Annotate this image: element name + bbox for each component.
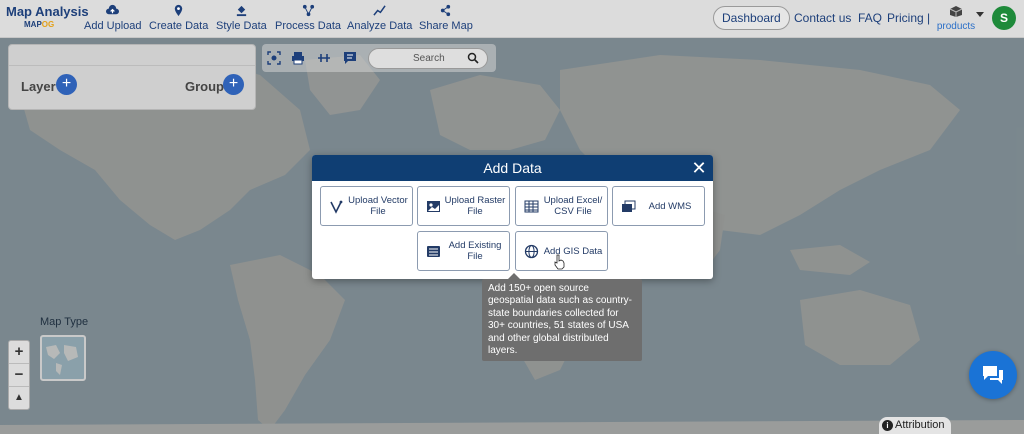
add-data-modal: Add Data ✕ Upload Vector File Upload Ras… — [312, 155, 713, 279]
spreadsheet-icon — [524, 200, 539, 213]
compass-button[interactable]: ▲ — [9, 387, 29, 410]
analyze-icon — [373, 5, 386, 16]
brand-logo[interactable]: Map Analysis MAPOG — [6, 4, 89, 29]
add-layer-button[interactable]: + — [56, 74, 77, 95]
existing-file-icon — [427, 246, 440, 257]
contact-link[interactable]: Contact us — [794, 11, 851, 25]
upload-vector-file-label: Upload Vector File — [348, 195, 408, 217]
zoom-in-button[interactable]: + — [9, 341, 29, 364]
measure-icon[interactable] — [317, 51, 331, 65]
cloud-upload-icon — [106, 4, 120, 15]
fit-extent-icon[interactable] — [267, 51, 281, 65]
add-existing-file-label: Add Existing File — [448, 240, 502, 262]
chat-icon — [983, 366, 1003, 384]
upload-raster-file-label: Upload Raster File — [444, 195, 506, 217]
nav-style-data[interactable]: Style Data — [216, 4, 267, 34]
gis-data-tooltip: Add 150+ open source geospatial data suc… — [482, 279, 642, 361]
brand-title: Map Analysis — [6, 4, 89, 19]
nav-process-data-label: Process Data — [275, 20, 342, 32]
paint-bucket-icon — [236, 5, 247, 17]
upload-excel-csv-button[interactable]: Upload Excel/ CSV File — [515, 186, 608, 226]
avatar[interactable]: S — [992, 6, 1016, 30]
products-label: products — [936, 21, 976, 32]
top-navbar: Map Analysis MAPOG Add Upload Create Dat… — [0, 0, 1024, 38]
layer-panel: Layer + Group + — [8, 44, 256, 110]
add-wms-button[interactable]: Add WMS — [612, 186, 705, 226]
print-icon[interactable] — [291, 51, 305, 65]
add-gis-data-label: Add GIS Data — [543, 245, 603, 257]
nav-add-upload[interactable]: Add Upload — [84, 4, 142, 34]
group-label: Group — [185, 79, 224, 94]
brand-subtitle: MAPOG — [24, 20, 55, 29]
chevron-down-icon[interactable] — [976, 12, 984, 17]
comment-icon[interactable] — [343, 51, 357, 65]
basemap-preview-icon — [46, 345, 78, 375]
map-type-label: Map Type — [40, 316, 89, 328]
nav-analyze-data-label: Analyze Data — [347, 20, 413, 32]
pricing-link[interactable]: Pricing | — [887, 11, 930, 25]
modal-header: Add Data ✕ — [312, 155, 713, 181]
upload-excel-csv-label: Upload Excel/ CSV File — [543, 195, 603, 217]
zoom-control: + − ▲ — [8, 340, 30, 410]
add-group-button[interactable]: + — [223, 74, 244, 95]
attribution-button[interactable]: i Attribution — [879, 417, 951, 434]
upload-raster-file-button[interactable]: Upload Raster File — [417, 186, 510, 226]
cube-icon — [949, 6, 963, 17]
nav-create-data-label: Create Data — [149, 20, 209, 32]
nav-share-map[interactable]: Share Map — [419, 4, 473, 34]
close-icon[interactable]: ✕ — [691, 155, 707, 181]
share-icon — [441, 4, 451, 17]
nav-process-data[interactable]: Process Data — [275, 4, 341, 34]
chat-button[interactable] — [969, 351, 1017, 399]
nav-create-data[interactable]: Create Data — [149, 4, 208, 34]
add-existing-file-button[interactable]: Add Existing File — [417, 231, 510, 271]
zoom-out-button[interactable]: − — [9, 364, 29, 387]
nav-analyze-data[interactable]: Analyze Data — [347, 4, 412, 34]
search-input[interactable]: Search — [368, 48, 488, 69]
wms-icon — [622, 200, 636, 212]
layer-label: Layer — [21, 79, 56, 94]
attribution-label: Attribution — [895, 419, 945, 431]
hand-cursor-icon — [554, 254, 565, 270]
info-icon: i — [882, 420, 893, 431]
dashboard-button[interactable]: Dashboard — [713, 6, 790, 30]
search-icon[interactable] — [467, 52, 479, 64]
nav-add-upload-label: Add Upload — [84, 20, 142, 32]
map-pin-icon — [174, 4, 183, 17]
vector-icon — [330, 200, 343, 214]
search-placeholder: Search — [413, 53, 445, 64]
process-icon — [302, 4, 314, 17]
add-wms-label: Add WMS — [648, 200, 692, 212]
raster-image-icon — [427, 201, 440, 212]
globe-icon — [524, 244, 539, 259]
map-type-thumbnail[interactable] — [40, 335, 86, 381]
nav-share-map-label: Share Map — [419, 20, 473, 32]
upload-vector-file-button[interactable]: Upload Vector File — [320, 186, 413, 226]
faq-link[interactable]: FAQ — [858, 11, 882, 25]
products-menu[interactable]: products — [935, 5, 977, 32]
nav-style-data-label: Style Data — [216, 20, 267, 32]
modal-title: Add Data — [483, 160, 542, 176]
